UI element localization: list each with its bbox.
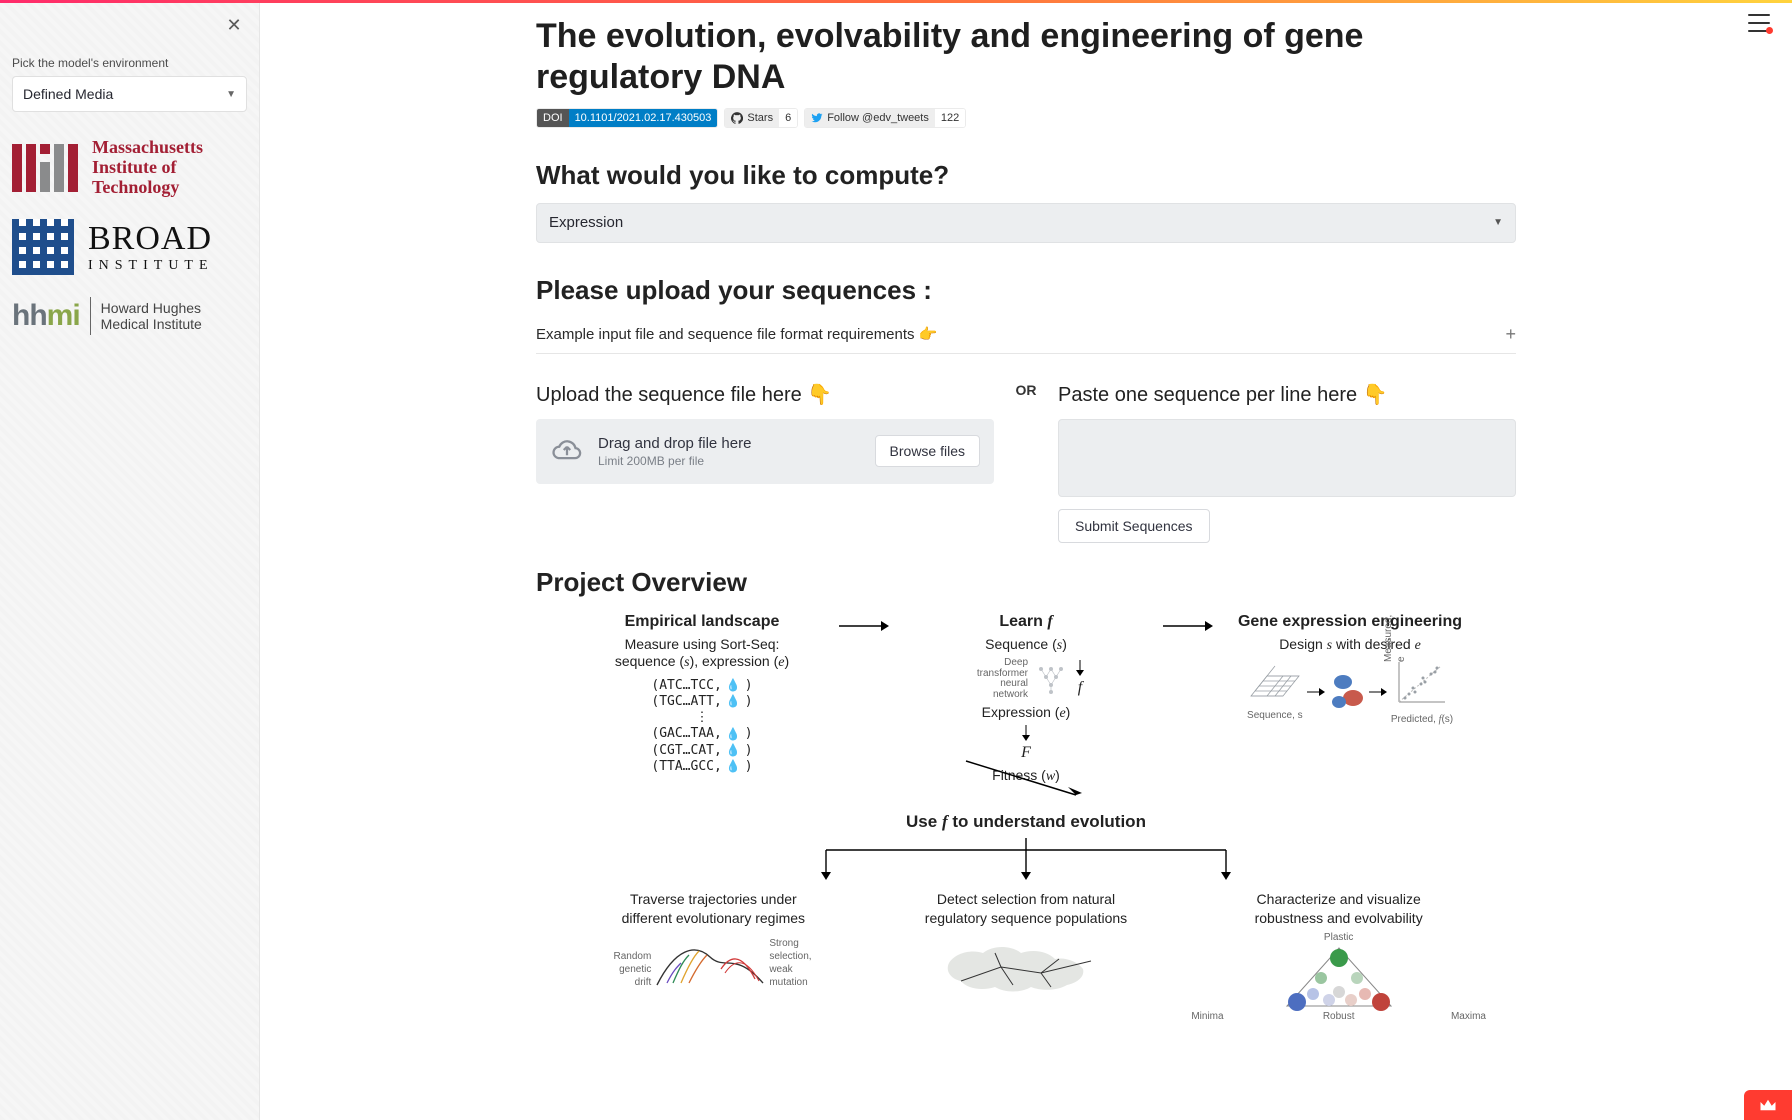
use-f-heading: Use f to understand evolution bbox=[536, 811, 1516, 832]
arrow-right-icon bbox=[1307, 687, 1325, 697]
paste-sequence-heading: Paste one sequence per line here 👇 bbox=[1058, 382, 1388, 407]
project-overview-diagram: Empirical landscape Measure using Sort-S… bbox=[536, 612, 1516, 1023]
hhmi-mark-icon: hhmi bbox=[12, 299, 80, 333]
landscape-icon bbox=[655, 939, 765, 989]
branch-connector-icon bbox=[766, 836, 1286, 882]
panel-trajectories: Traverse trajectories under different ev… bbox=[566, 890, 861, 1022]
close-sidebar-button[interactable]: ✕ bbox=[223, 14, 245, 36]
hhmi-logo-text-l1: Howard Hughes bbox=[101, 300, 202, 316]
github-stars-label: Stars bbox=[747, 112, 773, 124]
panel-selection: Detect selection from natural regulatory… bbox=[879, 890, 1174, 1022]
upload-file-heading: Upload the sequence file here 👇 bbox=[536, 382, 994, 407]
doi-badge-label: DOI bbox=[537, 109, 569, 127]
twitter-follow-badge[interactable]: Follow @edv_tweets 122 bbox=[804, 108, 966, 128]
arrow-right-icon bbox=[1369, 687, 1387, 697]
panel-empirical-landscape: Empirical landscape Measure using Sort-S… bbox=[576, 612, 828, 776]
grid-icon bbox=[1247, 662, 1303, 706]
phylo-map-icon bbox=[941, 937, 1111, 993]
close-icon: ✕ bbox=[226, 16, 241, 34]
notification-dot-icon bbox=[1766, 27, 1773, 34]
dropzone-text-l2: Limit 200MB per file bbox=[598, 454, 751, 468]
arrow-right-icon bbox=[834, 618, 894, 634]
doi-badge[interactable]: DOI 10.1101/2021.02.17.430503 bbox=[536, 108, 718, 128]
mit-logo: Massachusetts Institute of Technology bbox=[12, 138, 247, 197]
arrow-diagonal-icon bbox=[956, 755, 1096, 805]
compute-select-value: Expression bbox=[549, 214, 623, 231]
github-icon bbox=[731, 112, 743, 124]
github-stars-badge[interactable]: Stars 6 bbox=[724, 108, 798, 128]
environment-select-label: Pick the model's environment bbox=[12, 56, 247, 70]
arrow-down-icon bbox=[1020, 725, 1032, 741]
paste-sequence-textarea[interactable] bbox=[1058, 419, 1516, 497]
blob-icon bbox=[1329, 670, 1365, 714]
chevron-down-icon: ▼ bbox=[226, 89, 236, 100]
help-fab-button[interactable] bbox=[1744, 1090, 1792, 1120]
file-dropzone[interactable]: Drag and drop file here Limit 200MB per … bbox=[536, 419, 994, 484]
neural-net-icon bbox=[1036, 664, 1066, 694]
github-stars-count: 6 bbox=[779, 109, 797, 127]
upload-heading: Please upload your sequences : bbox=[536, 275, 1516, 306]
mit-mark-icon bbox=[12, 144, 78, 192]
twitter-follow-label: Follow @edv_tweets bbox=[827, 112, 929, 124]
or-divider: OR bbox=[1006, 362, 1046, 398]
panel-robustness: Characterize and visualize robustness an… bbox=[1191, 890, 1486, 1022]
broad-logo-text-small: INSTITUTE bbox=[88, 258, 214, 274]
overview-heading: Project Overview bbox=[536, 567, 1516, 598]
main-menu-button[interactable] bbox=[1748, 14, 1770, 32]
doi-badge-value: 10.1101/2021.02.17.430503 bbox=[569, 109, 718, 127]
plus-icon: + bbox=[1505, 324, 1516, 345]
panel-engineering: Gene expression engineering Design s wit… bbox=[1224, 612, 1476, 727]
mit-logo-text: Massachusetts Institute of Technology bbox=[92, 138, 222, 197]
environment-select[interactable]: Defined Media ▼ bbox=[12, 76, 247, 112]
broad-mark-icon bbox=[12, 219, 74, 275]
cloud-upload-icon bbox=[550, 438, 584, 464]
triangle-cluster-icon bbox=[1279, 944, 1399, 1014]
compute-select[interactable]: Expression ▼ bbox=[536, 203, 1516, 243]
chevron-down-icon: ▼ bbox=[1493, 217, 1503, 228]
hhmi-logo-text-l2: Medical Institute bbox=[101, 316, 202, 332]
arrow-down-icon bbox=[1074, 660, 1086, 676]
page-title: The evolution, evolvability and engineer… bbox=[536, 16, 1516, 98]
badge-row: DOI 10.1101/2021.02.17.430503 Stars 6 bbox=[536, 108, 1516, 128]
twitter-follow-count: 122 bbox=[935, 109, 965, 127]
dropzone-text-l1: Drag and drop file here bbox=[598, 435, 751, 452]
arrow-right-icon bbox=[1158, 618, 1218, 634]
sidebar: ✕ Pick the model's environment Defined M… bbox=[0, 0, 260, 1120]
scatter-plot-icon bbox=[1391, 658, 1449, 710]
sidebar-logos: Massachusetts Institute of Technology BR… bbox=[12, 138, 247, 335]
twitter-icon bbox=[811, 112, 823, 124]
environment-select-value: Defined Media bbox=[23, 86, 113, 102]
broad-logo-text-big: BROAD bbox=[88, 220, 214, 258]
broad-logo: BROAD INSTITUTE bbox=[12, 219, 247, 275]
submit-sequences-button[interactable]: Submit Sequences bbox=[1058, 509, 1210, 543]
crown-icon bbox=[1759, 1098, 1777, 1112]
example-input-expander-label: Example input file and sequence file for… bbox=[536, 325, 937, 343]
main-panel: The evolution, evolvability and engineer… bbox=[260, 0, 1792, 1120]
compute-heading: What would you like to compute? bbox=[536, 160, 1516, 191]
browse-files-button[interactable]: Browse files bbox=[875, 435, 980, 467]
hhmi-logo: hhmi Howard Hughes Medical Institute bbox=[12, 297, 247, 335]
example-input-expander[interactable]: Example input file and sequence file for… bbox=[536, 316, 1516, 354]
